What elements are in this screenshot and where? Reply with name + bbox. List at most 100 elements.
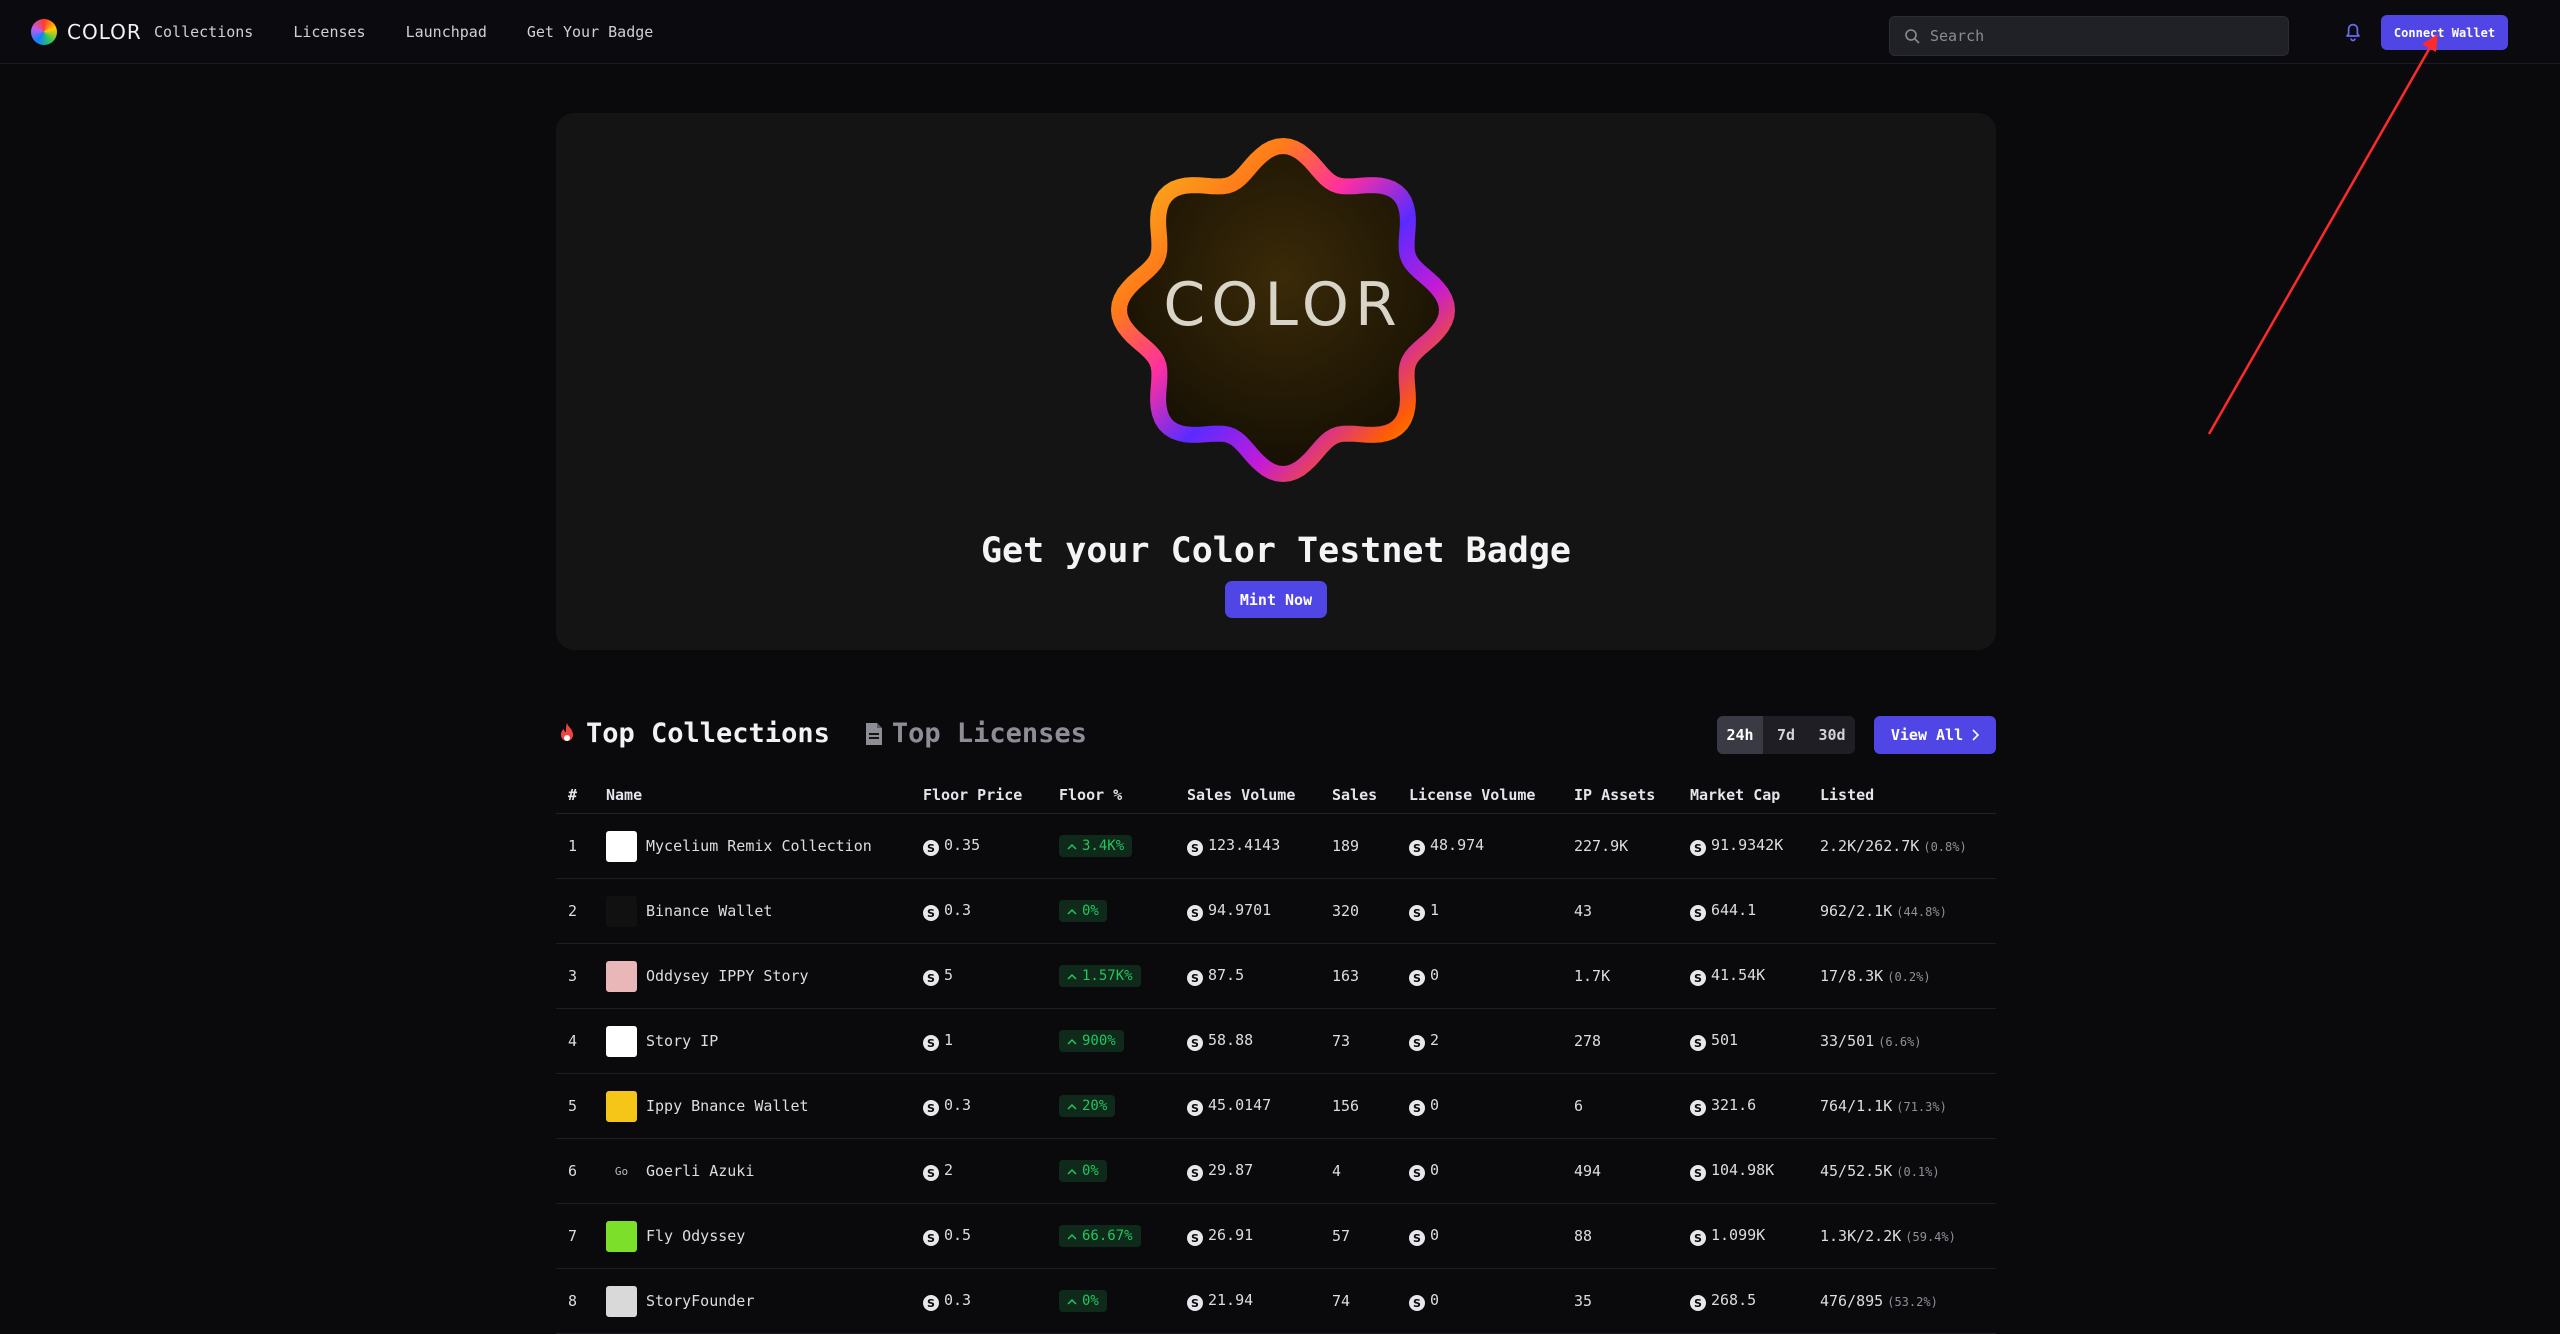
listed-pct: (0.2%) [1887,970,1931,984]
cell-floor-pct: 1.57K% [1059,965,1187,987]
floor-pct-badge: 20% [1059,1095,1116,1117]
chevron-up-icon [1067,1038,1077,1045]
period-24h[interactable]: 24h [1717,716,1763,754]
collection-name: StoryFounder [646,1292,755,1310]
table-row[interactable]: 7 Fly Odyssey S 0.5 66.67% S 26.91 57 S 0 88 S 1.099… [556,1204,1996,1269]
cell-floor-pct: 66.67% [1059,1225,1187,1247]
cell-listed: 33/501 (6.6%) [1820,1032,1996,1050]
cell-rank: 2 [568,902,578,920]
search-icon [1905,29,1920,44]
nav-link-licenses[interactable]: Licenses [293,23,365,41]
view-all-button[interactable]: View All [1874,716,1996,754]
listed-value: 45/52.5K [1820,1162,1893,1180]
cell-market-cap: S 501 [1690,1031,1820,1052]
cell-market-cap: S 41.54K [1690,966,1820,987]
cell-ip-assets: 35 [1574,1292,1593,1310]
cell-license-volume: S0 [1409,966,1574,987]
ip-token-icon: S [923,1100,939,1117]
cell-name[interactable]: Oddysey IPPY Story [606,960,923,992]
cell-ip-assets: 278 [1574,1032,1602,1050]
license-value: 0 [1430,1095,1440,1114]
cell-license-volume: S2 [1409,1031,1574,1052]
collection-name: Story IP [646,1032,719,1050]
color-wheel-icon [31,19,57,45]
listed-pct: (0.1%) [1896,1165,1940,1179]
period-30d[interactable]: 30d [1809,716,1855,754]
ip-token-icon: S [1187,840,1203,857]
bell-icon[interactable] [2341,19,2365,43]
floor-value: 5 [944,965,954,984]
table-row[interactable]: 5 Ippy Bnance Wallet S 0.3 20% S 45.0147 156 S 0 6… [556,1074,1996,1139]
search-box[interactable] [1889,16,2289,56]
floor-pct-badge: 0% [1059,900,1107,922]
cell-listed: 1.3K/2.2K (59.4%) [1820,1227,1996,1245]
cap-value: 268.5 [1711,1290,1757,1309]
connect-wallet-button[interactable]: Connect Wallet [2381,15,2508,50]
floor-value: 2 [944,1160,954,1179]
cell-market-cap: S 644.1 [1690,901,1820,922]
ip-token-icon: S [923,1230,939,1247]
period-7d[interactable]: 7d [1763,716,1809,754]
cell-rank: 4 [568,1032,578,1050]
cell-floor-price: S5 [923,966,1059,987]
license-value: 0 [1430,965,1440,984]
ip-token-icon: S [1690,905,1706,922]
floor-pct-value: 3.4K% [1082,838,1125,854]
ip-token-icon: S [923,970,939,987]
floor-pct-badge: 900% [1059,1030,1124,1052]
tab-top-licenses[interactable]: Top Licenses [864,718,1087,749]
cell-floor-price: S1 [923,1031,1059,1052]
cell-market-cap: S 321.6 [1690,1096,1820,1117]
cell-market-cap: S 91.9342K [1690,836,1820,857]
cell-license-volume: S0 [1409,1291,1574,1312]
cell-sales: 163 [1332,967,1360,985]
cell-listed: 476/895 (53.2%) [1820,1292,1996,1310]
cell-sales-volume: S 29.87 [1187,1161,1332,1182]
mint-now-button[interactable]: Mint Now [1225,581,1327,618]
ip-token-icon: S [1187,1100,1203,1117]
ip-token-icon: S [1409,1100,1425,1117]
cell-sales: 73 [1332,1032,1351,1050]
tab-top-collections[interactable]: Top Collections [556,718,830,749]
cell-name[interactable]: Go Goerli Azuki [606,1155,923,1187]
cell-floor-pct: 0% [1059,1290,1187,1312]
chevron-up-icon [1067,1168,1077,1175]
cell-listed: 45/52.5K (0.1%) [1820,1162,1996,1180]
table-row[interactable]: 8 StoryFounder S 0.3 0% S 21.94 74 S 0 35 S 268.5 476… [556,1269,1996,1334]
floor-pct-badge: 1.57K% [1059,965,1141,987]
table-row[interactable]: 1 Mycelium Remix Collection S 0.35 3.4K% S 123… [556,814,1996,879]
tab-top-collections-label: Top Collections [586,718,830,749]
cell-floor-price: S 0.35 [923,836,1059,857]
chevron-up-icon [1067,1103,1077,1110]
nav-link-get-your-badge[interactable]: Get Your Badge [527,23,653,41]
brand-logo[interactable]: COLOR [31,19,142,45]
cell-name[interactable]: Mycelium Remix Collection [606,830,923,862]
chevron-up-icon [1067,843,1077,850]
ranking-tabs: Top Collections Top Licenses [556,718,1087,749]
table-row[interactable]: 2 Binance Wallet S 0.3 0% S 94.9701 320 S 1 43 S 644… [556,879,1996,944]
cell-name[interactable]: Fly Odyssey [606,1220,923,1252]
table-row[interactable]: 4 Story IP S 1 900% S 58.88 73 S 2 278 S 501 33/501 (6… [556,1009,1996,1074]
collection-thumbnail [606,1220,637,1252]
listed-pct: (0.8%) [1923,840,1967,854]
table-row[interactable]: 3 Oddysey IPPY Story S 5 1.57K% S 87.5 163 S 0 1.7… [556,944,1996,1009]
period-selector: 24h 7d 30d [1717,716,1855,754]
floor-value: 0.35 [944,835,981,854]
license-value: 2 [1430,1030,1440,1049]
badge-hero: COLOR Get your Color Testnet Badge Mint … [556,113,1996,650]
nav-link-launchpad[interactable]: Launchpad [406,23,487,41]
search-input[interactable] [1930,27,2260,45]
col-header-rank: # [568,785,578,804]
cell-name[interactable]: Ippy Bnance Wallet [606,1090,923,1122]
ip-token-icon: S [1690,1230,1706,1247]
ip-token-icon: S [923,1295,939,1312]
nav-link-collections[interactable]: Collections [154,23,253,41]
cell-name[interactable]: StoryFounder [606,1285,923,1317]
collection-name: Fly Odyssey [646,1227,746,1245]
floor-value: 0.3 [944,900,972,919]
table-row[interactable]: 6 Go Goerli Azuki S 2 0% S 29.87 4 S 0 494 S 104.98K 4… [556,1139,1996,1204]
cell-name[interactable]: Story IP [606,1025,923,1057]
cell-name[interactable]: Binance Wallet [606,895,923,927]
collections-table: # Name Floor Price Floor % Sales Volume … [556,776,1996,1334]
cell-floor-pct: 0% [1059,900,1187,922]
